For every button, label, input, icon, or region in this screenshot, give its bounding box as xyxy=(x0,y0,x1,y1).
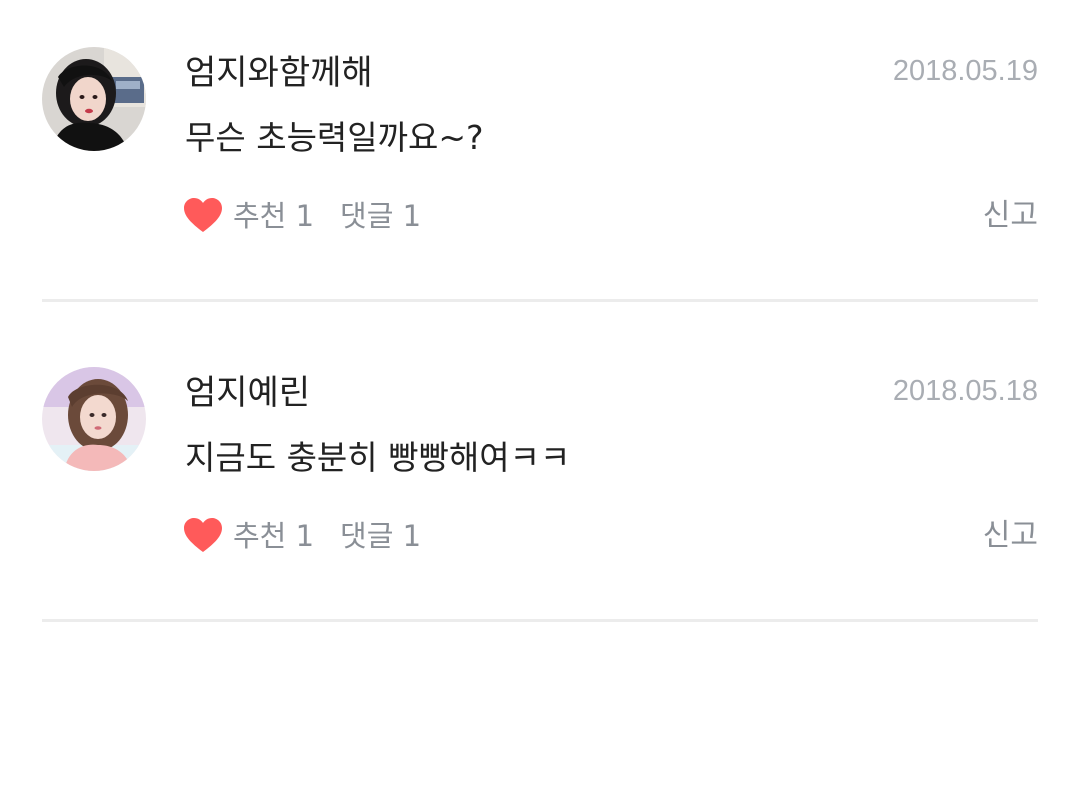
like-count: 추천 1 xyxy=(233,199,315,233)
comment-actions: 추천 1 댓글 1 xyxy=(183,194,421,238)
report-button[interactable]: 신고 xyxy=(983,516,1038,556)
avatar-photo xyxy=(42,47,146,151)
heart-icon xyxy=(184,518,222,552)
comment-text: 지금도 충분히 빵빵해여ㅋㅋ xyxy=(185,438,571,477)
reply-button[interactable]: 댓글 1 xyxy=(340,196,421,236)
avatar-photo xyxy=(42,367,146,471)
reply-button[interactable]: 댓글 1 xyxy=(340,516,421,556)
comment-text: 무슨 초능력일까요~? xyxy=(185,118,484,157)
like-button[interactable]: 추천 1 xyxy=(183,516,314,556)
heart-icon xyxy=(184,198,222,232)
comment-date: 2018.05.19 xyxy=(892,55,1038,87)
comment-date: 2018.05.18 xyxy=(892,375,1038,407)
divider xyxy=(42,619,1038,622)
divider xyxy=(42,299,1038,302)
like-count: 추천 1 xyxy=(233,519,315,553)
comment-author[interactable]: 엄지와함께해 xyxy=(185,52,373,94)
comment-author[interactable]: 엄지예린 xyxy=(185,372,310,414)
report-button[interactable]: 신고 xyxy=(983,196,1038,236)
comment-actions: 추천 1 댓글 1 xyxy=(183,514,421,558)
avatar[interactable] xyxy=(42,367,146,471)
avatar[interactable] xyxy=(42,47,146,151)
like-button[interactable]: 추천 1 xyxy=(183,196,314,236)
